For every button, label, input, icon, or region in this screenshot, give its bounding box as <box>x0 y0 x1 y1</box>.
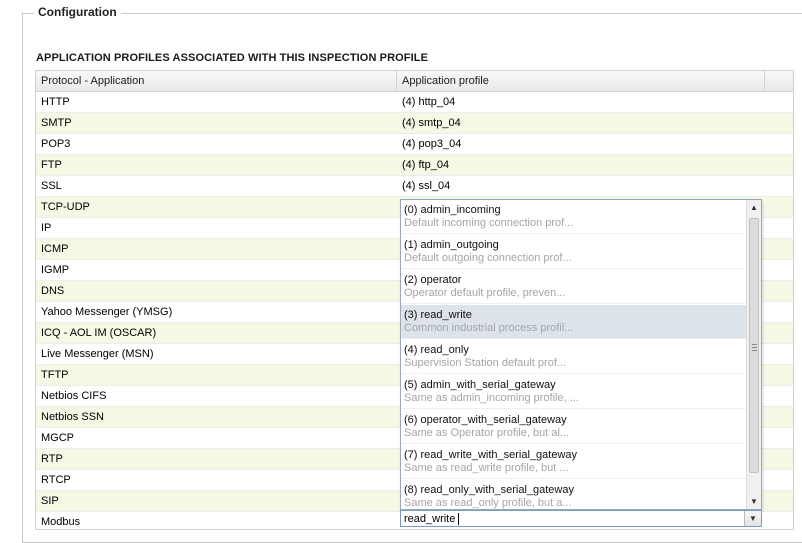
scroll-grip-line <box>752 347 757 348</box>
table-row[interactable]: POP3 (4) pop3_04 <box>36 134 793 155</box>
dropdown-option[interactable]: (8) read_only_with_serial_gateway Same as… <box>401 480 746 509</box>
option-title: (0) admin_incoming <box>404 204 501 216</box>
option-title: (3) read_write <box>404 309 472 321</box>
protocol-cell: FTP <box>41 159 62 171</box>
protocol-cell: ICMP <box>41 243 69 255</box>
option-title: (6) operator_with_serial_gateway <box>404 414 567 426</box>
protocol-cell: Netbios SSN <box>41 411 104 423</box>
option-title: (5) admin_with_serial_gateway <box>404 379 556 391</box>
table-row[interactable]: HTTP (4) http_04 <box>36 92 793 113</box>
profile-cell[interactable]: (4) smtp_04 <box>397 113 770 134</box>
protocol-cell: RTCP <box>41 474 71 486</box>
scroll-grip-line <box>752 344 757 345</box>
profile-combobox[interactable]: read_write ▼ <box>400 510 762 527</box>
option-title: (4) read_only <box>404 344 469 356</box>
option-description: Same as read_write profile, but ... <box>404 462 569 474</box>
option-description: Same as Operator profile, but al... <box>404 427 570 439</box>
option-description: Same as admin_incoming profile, ... <box>404 392 579 404</box>
option-description: Operator default profile, preven... <box>404 287 566 299</box>
protocol-cell: IP <box>41 222 52 234</box>
protocol-cell: Live Messenger (MSN) <box>41 348 154 360</box>
protocol-cell: HTTP <box>41 96 70 108</box>
text-caret <box>458 513 459 525</box>
protocol-cell: TFTP <box>41 369 69 381</box>
scrollbar-thumb[interactable] <box>749 218 759 473</box>
dropdown-option[interactable]: (0) admin_incoming Default incoming conne… <box>401 200 746 234</box>
protocol-cell: SMTP <box>41 117 72 129</box>
option-title: (2) operator <box>404 274 462 286</box>
table-row[interactable]: FTP (4) ftp_04 <box>36 155 793 176</box>
protocol-cell: SIP <box>41 495 59 507</box>
grid-header: Protocol - Application Application profi… <box>36 71 793 92</box>
column-header-profile[interactable]: Application profile <box>397 71 765 91</box>
profile-cell[interactable]: (4) pop3_04 <box>397 134 770 155</box>
option-description: Common industrial process profil... <box>404 322 574 334</box>
protocol-cell: RTP <box>41 453 63 465</box>
option-title: (7) read_write_with_serial_gateway <box>404 449 578 461</box>
option-description: Default outgoing connection prof... <box>404 252 572 264</box>
fieldset-legend: Configuration <box>34 5 121 19</box>
column-header-protocol[interactable]: Protocol - Application <box>36 71 397 91</box>
column-header-spacer <box>765 71 793 91</box>
profile-cell[interactable]: (4) ftp_04 <box>397 155 770 176</box>
dropdown-option[interactable]: (6) operator_with_serial_gateway Same as … <box>401 410 746 444</box>
protocol-cell: SSL <box>41 180 62 192</box>
chevron-down-icon[interactable]: ▼ <box>744 511 761 526</box>
protocol-cell: Yahoo Messenger (YMSG) <box>41 306 173 318</box>
option-description: Same as read_only profile, but a... <box>404 497 572 509</box>
scroll-down-icon[interactable]: ▼ <box>747 494 761 509</box>
option-description: Supervision Station default prof... <box>404 357 567 369</box>
table-row[interactable]: SSL (4) ssl_04 <box>36 176 793 197</box>
option-title: (8) read_only_with_serial_gateway <box>404 484 574 496</box>
protocol-cell: Modbus <box>41 516 81 528</box>
option-title: (1) admin_outgoing <box>404 239 499 251</box>
option-description: Default incoming connection prof... <box>404 217 574 229</box>
dropdown-scrollbar[interactable]: ▲ ▼ <box>746 200 761 509</box>
profile-cell[interactable]: (4) http_04 <box>397 92 770 113</box>
protocol-cell: Netbios CIFS <box>41 390 107 402</box>
protocol-cell: ICQ - AOL IM (OSCAR) <box>41 327 157 339</box>
dropdown-option[interactable]: (2) operator Operator default profile, pr… <box>401 270 746 304</box>
profile-dropdown-list[interactable]: (8) read_only_with_serial_gateway Same as… <box>400 199 762 510</box>
protocol-cell: POP3 <box>41 138 71 150</box>
protocol-cell: MGCP <box>41 432 74 444</box>
combobox-value[interactable]: read_write <box>404 512 455 526</box>
protocol-cell: IGMP <box>41 264 70 276</box>
dropdown-option[interactable]: (5) admin_with_serial_gateway Same as adm… <box>401 375 746 409</box>
table-row[interactable]: SMTP (4) smtp_04 <box>36 113 793 134</box>
section-title: APPLICATION PROFILES ASSOCIATED WITH THI… <box>36 52 429 64</box>
dropdown-option[interactable]: (3) read_write Common industrial process … <box>401 305 746 339</box>
dropdown-option[interactable]: (4) read_only Supervision Station default… <box>401 340 746 374</box>
profile-cell[interactable]: (4) ssl_04 <box>397 176 770 197</box>
protocol-cell: TCP-UDP <box>41 201 90 213</box>
scroll-grip-line <box>752 350 757 351</box>
dropdown-option[interactable]: (1) admin_outgoing Default outgoing conne… <box>401 235 746 269</box>
dropdown-option[interactable]: (7) read_write_with_serial_gateway Same a… <box>401 445 746 479</box>
scroll-up-icon[interactable]: ▲ <box>747 200 761 215</box>
protocol-cell: DNS <box>41 285 65 297</box>
